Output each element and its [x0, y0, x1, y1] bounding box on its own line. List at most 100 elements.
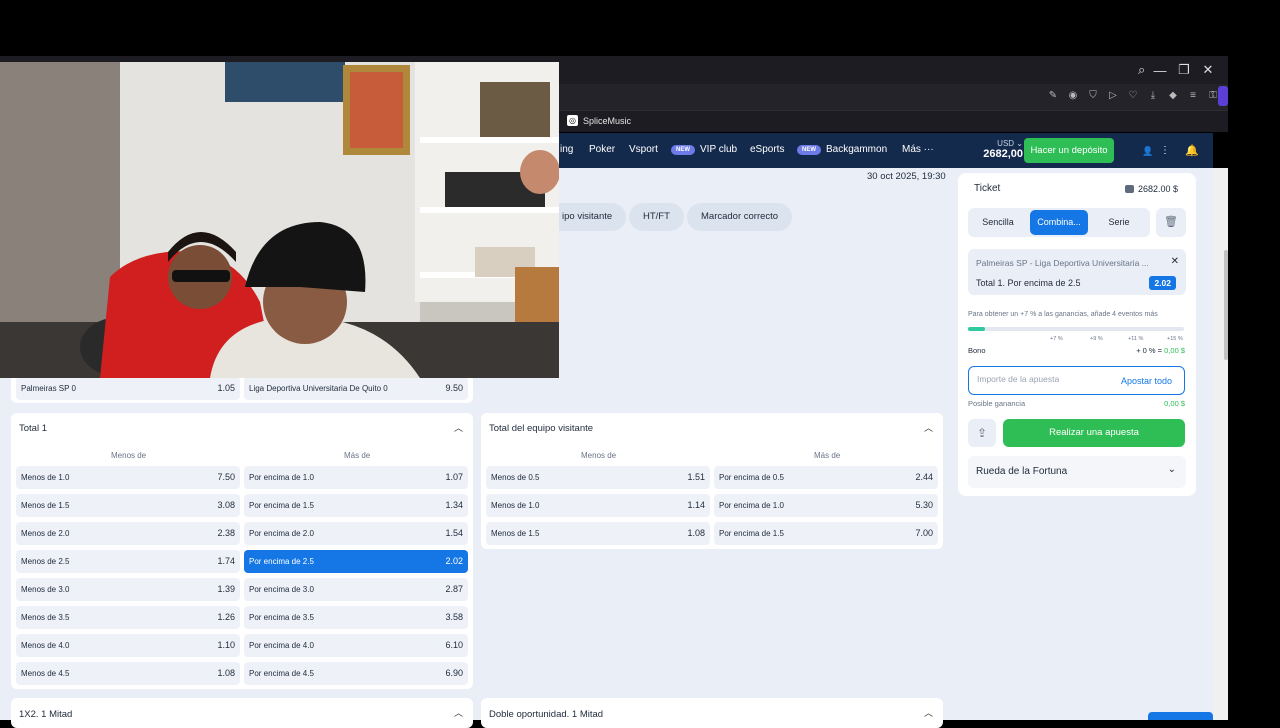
odd-cell-over[interactable]: Por encima de 2.0 1.54: [244, 522, 468, 545]
odd-label: Por encima de 2.5: [249, 557, 314, 566]
close-icon[interactable]: ✕: [1196, 62, 1220, 78]
possible-gain-value: 0,00 $: [1164, 399, 1185, 408]
odd-label: Menos de 1.5: [21, 501, 70, 510]
odd-cell-over[interactable]: Por encima de 1.5 7.00: [714, 522, 938, 545]
chevron-up-icon[interactable]: ︿: [454, 706, 463, 719]
minimize-icon[interactable]: —: [1148, 63, 1172, 78]
share-icon[interactable]: ⇪: [968, 419, 996, 447]
nav-item-more[interactable]: Más ···: [902, 144, 934, 155]
column-header-under: Menos de: [581, 451, 617, 460]
odd-cell-over[interactable]: Por encima de 3.5 3.58: [244, 606, 468, 629]
odd-cell-over[interactable]: Por encima de 0.5 2.44: [714, 466, 938, 489]
balance-display[interactable]: USD ⌄ 2682,00: [973, 136, 1023, 164]
odd-value: 1.39: [217, 584, 235, 594]
place-bet-button[interactable]: Realizar una apuesta: [1003, 419, 1185, 447]
deposit-button[interactable]: Hacer un depósito: [1024, 138, 1114, 163]
odd-cell-under[interactable]: Menos de 4.5 1.08: [16, 662, 240, 685]
odd-cell-away[interactable]: Liga Deportiva Universitaria De Quito 0 …: [244, 377, 468, 400]
odd-cell-under[interactable]: Menos de 2.0 2.38: [16, 522, 240, 545]
nav-item-vip-club[interactable]: NEW VIP club: [671, 144, 737, 155]
trash-icon[interactable]: 🗑: [1156, 208, 1186, 237]
sidebar-toggle[interactable]: [1218, 86, 1228, 106]
stake-input[interactable]: [977, 374, 1097, 384]
user-icon[interactable]: 👤: [1138, 141, 1158, 161]
odd-value: 2.87: [445, 584, 463, 594]
nav-item-poker[interactable]: Poker: [589, 144, 615, 155]
shield-icon[interactable]: ⛉: [1086, 89, 1100, 103]
bet-match-name: Palmeiras SP - Liga Deportiva Universita…: [976, 258, 1149, 268]
search-icon[interactable]: ⌕: [1138, 62, 1145, 78]
tab-combined[interactable]: Combina...: [1030, 210, 1088, 235]
chevron-down-icon[interactable]: ⌄: [1168, 464, 1176, 475]
odd-cell-under[interactable]: Menos de 3.0 1.39: [16, 578, 240, 601]
odd-cell-under[interactable]: Menos de 0.5 1.51: [486, 466, 710, 489]
odd-cell-under[interactable]: Menos de 1.0 1.14: [486, 494, 710, 517]
odd-cell-under[interactable]: Menos de 4.0 1.10: [16, 634, 240, 657]
odd-value: 6.10: [445, 640, 463, 650]
scrollbar-thumb[interactable]: [1224, 250, 1228, 360]
nav-item-betting[interactable]: ing: [560, 144, 573, 155]
market-pill-ht-ft[interactable]: HT/FT: [629, 203, 684, 231]
odd-cell-over[interactable]: Por encima de 3.0 2.87: [244, 578, 468, 601]
chevron-up-icon[interactable]: ︿: [924, 706, 933, 719]
restore-icon[interactable]: ❐: [1172, 62, 1196, 78]
event-date: 30 oct 2025, 19:30: [867, 171, 946, 182]
odd-cell-under[interactable]: Menos de 1.5 3.08: [16, 494, 240, 517]
odd-cell-over[interactable]: Por encima de 1.0 5.30: [714, 494, 938, 517]
bell-icon[interactable]: 🔔: [1180, 141, 1204, 161]
odd-cell-under[interactable]: Menos de 1.0 7.50: [16, 466, 240, 489]
odd-cell-over[interactable]: Por encima de 1.5 1.34: [244, 494, 468, 517]
bonus-step: +9 %: [1090, 336, 1103, 342]
nav-item-esports[interactable]: eSports: [750, 144, 784, 155]
menu-icon[interactable]: ≡: [1186, 89, 1200, 103]
promo-text: Para obtener un +7 % a las ganancias, añ…: [968, 311, 1158, 318]
ticket-title: Ticket: [974, 183, 1001, 194]
odd-cell-home[interactable]: Palmeiras SP 0 1.05: [16, 377, 240, 400]
currency-selector[interactable]: USD ⌄: [973, 139, 1023, 148]
chevron-up-icon[interactable]: ︿: [454, 421, 463, 434]
download-icon[interactable]: ⤓: [1146, 89, 1160, 103]
column-header-over: Más de: [814, 451, 841, 460]
odd-label: Por encima de 2.0: [249, 529, 314, 538]
odd-cell-under[interactable]: Menos de 1.5 1.08: [486, 522, 710, 545]
odd-cell-over[interactable]: Por encima de 1.0 1.07: [244, 466, 468, 489]
odd-label: Por encima de 1.0: [719, 501, 784, 510]
odd-value: 1.14: [687, 500, 705, 510]
odd-cell-over[interactable]: Por encima de 2.5 2.02: [244, 550, 468, 573]
bet-ticket-panel: Ticket 2682.00 $ Sencilla Combina... Ser…: [958, 173, 1196, 496]
camera-icon[interactable]: ◉: [1066, 89, 1080, 103]
more-icon[interactable]: ⋮: [1160, 141, 1170, 161]
odd-value: 1.34: [445, 500, 463, 510]
chevron-up-icon[interactable]: ︿: [924, 421, 933, 434]
heart-icon[interactable]: ♡: [1126, 89, 1140, 103]
fortune-wheel-section[interactable]: Rueda de la Fortuna ⌄: [968, 456, 1186, 488]
market-card-total-1: Total 1 ︿ Menos de Más de Menos de 1.0 7.…: [11, 413, 473, 689]
floating-action-button[interactable]: [1148, 712, 1213, 720]
odd-label: Menos de 1.0: [21, 473, 70, 482]
wallet-icon: [1124, 185, 1134, 193]
play-icon[interactable]: ▷: [1106, 89, 1120, 103]
close-icon[interactable]: ✕: [1171, 256, 1179, 267]
odd-cell-over[interactable]: Por encima de 4.5 6.90: [244, 662, 468, 685]
market-title: Doble oportunidad. 1 Mitad: [489, 709, 604, 720]
webcam-video-frame: [0, 62, 559, 378]
odd-cell-under[interactable]: Menos de 3.5 1.26: [16, 606, 240, 629]
odd-label: Menos de 4.5: [21, 669, 70, 678]
bonus-label: Bono: [968, 346, 986, 355]
window-controls: — ❐ ✕: [1148, 56, 1220, 84]
extension-icon[interactable]: ◆: [1166, 89, 1180, 103]
bet-all-button[interactable]: Apostar todo: [1121, 376, 1172, 386]
market-pill-correct-score[interactable]: Marcador correcto: [687, 203, 793, 231]
tab-single[interactable]: Sencilla: [968, 208, 1028, 237]
odd-label: Palmeiras SP 0: [21, 384, 76, 393]
odd-label: Por encima de 1.5: [719, 529, 784, 538]
odd-cell-under[interactable]: Menos de 2.5 1.74: [16, 550, 240, 573]
odd-cell-over[interactable]: Por encima de 4.0 6.10: [244, 634, 468, 657]
nav-item-backgammon[interactable]: NEW Backgammon: [797, 144, 887, 155]
column-header-under: Menos de: [111, 451, 147, 460]
nav-item-vsport[interactable]: Vsport: [629, 144, 658, 155]
market-title: Total 1: [19, 423, 47, 434]
tab-series[interactable]: Serie: [1090, 208, 1148, 237]
edit-icon[interactable]: ✎: [1046, 89, 1060, 103]
bookmark-item[interactable]: ◎ SpliceMusic: [567, 115, 631, 126]
